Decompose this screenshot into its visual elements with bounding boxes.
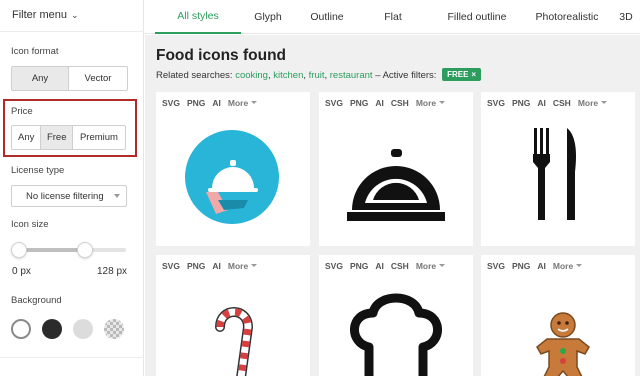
price-label: Price (11, 106, 33, 117)
results-area: Food icons found Related searches: cooki… (145, 35, 640, 376)
icon-size-label: Icon size (11, 219, 49, 230)
price-selector: Any Free Premium (11, 125, 126, 150)
price-any-button[interactable]: Any (12, 126, 42, 149)
gingerbread-man-icon (536, 312, 590, 376)
background-white-swatch[interactable] (11, 319, 31, 339)
fork-knife-icon (533, 128, 577, 220)
icon-format-selector: Any Vector (11, 66, 128, 91)
tab-outline[interactable]: Outline (303, 0, 351, 34)
background-black-swatch[interactable] (42, 319, 62, 339)
related-searches: Related searches: cooking, kitchen, frui… (156, 68, 482, 81)
background-label: Background (11, 295, 62, 306)
candy-cane-icon (215, 307, 254, 376)
icon-card[interactable]: SVG PNG AI More (156, 92, 310, 246)
price-free-button[interactable]: Free (41, 126, 73, 149)
related-link-restaurant[interactable]: restaurant (330, 70, 373, 81)
active-filters-label: – Active filters: (375, 70, 437, 81)
tab-filled-outline[interactable]: Filled outline (431, 0, 523, 34)
related-link-cooking[interactable]: cooking (235, 70, 268, 81)
page-title: Food icons found (156, 47, 287, 64)
chef-hat-icon (350, 293, 442, 376)
related-link-kitchen[interactable]: kitchen (273, 70, 303, 81)
icon-format-vector-button[interactable]: Vector (69, 67, 127, 90)
icon-card[interactable]: SVG PNG AI More (481, 255, 635, 376)
caret-down-icon (114, 194, 120, 198)
icon-card[interactable]: SVG PNG AI CSH More (319, 92, 473, 246)
chevron-down-icon: ⌄ (71, 9, 79, 20)
icon-card[interactable]: SVG PNG AI CSH More (319, 255, 473, 376)
background-grey-swatch[interactable] (73, 319, 93, 339)
icon-size-min-handle[interactable] (11, 242, 27, 258)
icon-card[interactable]: SVG PNG AI CSH More (481, 92, 635, 246)
tab-flat[interactable]: Flat (377, 0, 409, 34)
icon-size-max-value: 128 px (97, 266, 128, 277)
divider (0, 357, 144, 358)
tab-photorealistic[interactable]: Photorealistic (525, 0, 609, 34)
tab-3d[interactable]: 3D (615, 0, 637, 34)
icon-card[interactable]: SVG PNG AI More (156, 255, 310, 376)
icon-format-label: Icon format (11, 46, 59, 57)
license-type-select[interactable]: No license filtering (11, 185, 127, 207)
filter-sidebar: Filter menu ⌄ Icon format Any Vector Pri… (0, 0, 144, 376)
active-filter-badge-label: FREE (447, 70, 469, 79)
divider (0, 31, 144, 32)
filter-menu-label: Filter menu (12, 9, 68, 21)
price-premium-button[interactable]: Premium (73, 126, 125, 149)
related-link-fruit[interactable]: fruit (309, 70, 325, 81)
related-searches-label: Related searches: (156, 70, 233, 81)
icon-size-max-handle[interactable] (77, 242, 93, 258)
license-type-value: No license filtering (26, 190, 104, 202)
license-type-label: License type (11, 165, 65, 176)
cloche-circle-icon (185, 130, 279, 224)
active-filter-badge[interactable]: FREE × (442, 68, 482, 81)
tab-all-styles[interactable]: All styles (155, 0, 241, 34)
tab-glyph[interactable]: Glyph (241, 0, 295, 34)
icon-size-min-value: 0 px (12, 266, 31, 277)
background-transparent-swatch[interactable] (104, 319, 124, 339)
filter-menu-toggle[interactable]: Filter menu ⌄ (12, 9, 79, 21)
cloche-icon (347, 149, 445, 221)
close-icon[interactable]: × (471, 70, 476, 79)
icon-format-any-button[interactable]: Any (12, 67, 70, 90)
style-tabs: All styles Glyph Outline Flat Filled out… (145, 0, 640, 34)
